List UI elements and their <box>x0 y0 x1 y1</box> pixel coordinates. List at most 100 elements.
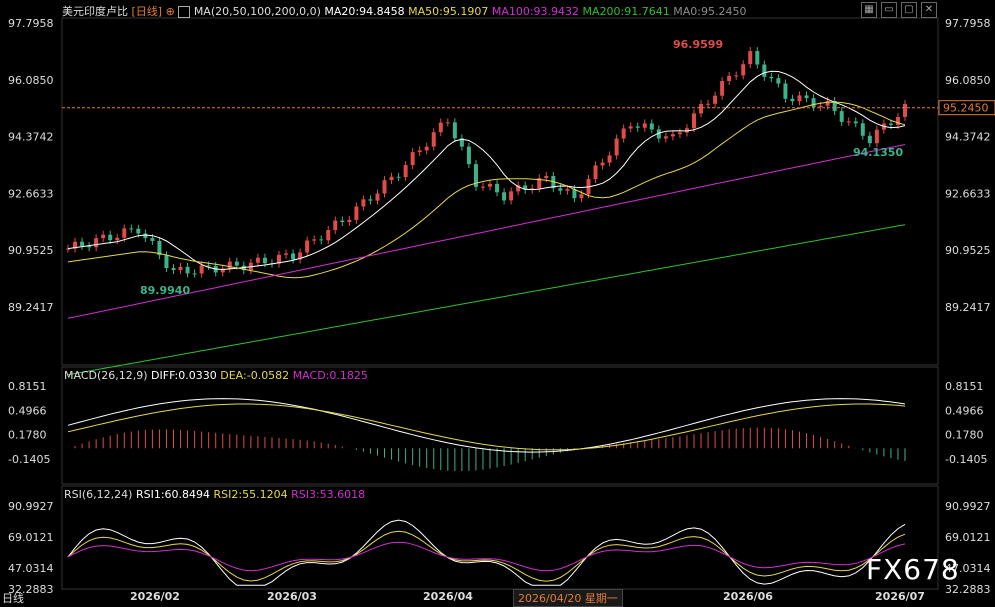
period-label[interactable]: [日线] <box>132 5 163 18</box>
candle-body <box>305 240 310 253</box>
candle-body <box>628 126 633 129</box>
minimize-icon[interactable]: ▭ <box>881 2 897 18</box>
indicator-icon[interactable] <box>178 6 191 18</box>
price-tick-label: 97.7958 <box>945 17 991 30</box>
rsi-tick-label-left: 47.0314 <box>8 562 54 575</box>
candle-body <box>699 104 704 114</box>
close-icon[interactable]: ✕ <box>921 2 937 18</box>
ma200-value: MA200:91.7641 <box>582 5 670 18</box>
window-controls: ▦ ▭ ▢ ✕ <box>861 2 937 18</box>
candle-body <box>326 230 331 241</box>
candle-body <box>319 239 324 241</box>
candle-body <box>185 266 190 274</box>
candle-body <box>839 111 844 122</box>
candle-body <box>340 220 345 223</box>
candle-body <box>776 78 781 84</box>
low-annotation: 89.9940 <box>140 284 190 297</box>
candle-body <box>333 220 338 231</box>
candle-body <box>199 265 204 274</box>
candle-body <box>262 257 267 264</box>
candle-body <box>691 113 696 129</box>
ma50-line <box>67 101 906 279</box>
macd-tick-label: -0.1405 <box>945 453 987 466</box>
candle-body <box>495 183 500 193</box>
price-tick-label: 94.3742 <box>945 131 991 144</box>
grid-icon[interactable]: ▦ <box>861 2 877 18</box>
price-tick-label: 92.6633 <box>945 187 991 200</box>
rsi-header: RSI(6,12,24) RSI1:60.8494 RSI2:55.1204 R… <box>64 488 365 501</box>
low-annotation-2: 94.1350 <box>853 146 903 159</box>
candle-body <box>284 253 289 255</box>
macd-dea-line <box>67 403 906 451</box>
x-tick-label: 2026/06 <box>723 590 773 603</box>
candle-body <box>846 121 851 123</box>
candle-body <box>558 188 563 191</box>
macd-macd: MACD:0.1825 <box>292 369 368 382</box>
candle-body <box>178 266 183 271</box>
price-tick-label-left: 94.3742 <box>8 131 54 144</box>
candle-body <box>790 98 795 102</box>
crosshair-date: 2026/04/20 星期一 <box>513 589 623 607</box>
maximize-icon[interactable]: ▢ <box>901 2 917 18</box>
candle-body <box>452 122 457 139</box>
candle-body <box>762 64 767 77</box>
candle-body <box>206 265 211 267</box>
candle-body <box>361 199 366 207</box>
candle-body <box>164 255 169 269</box>
macd-tick-label-left: 0.4966 <box>8 404 47 417</box>
fx678-logo: FX678 <box>866 553 960 586</box>
candle-body <box>502 192 507 201</box>
chart-canvas[interactable]: 97.7958 97.7958 96.0850 96.0850 94.3742 94.37… <box>0 0 995 606</box>
candle-body <box>755 51 760 65</box>
candle-body <box>291 253 296 260</box>
macd-tick-label: 0.8151 <box>945 380 984 393</box>
candle-body <box>874 129 879 144</box>
rsi-line-2 <box>67 530 906 582</box>
candle-body <box>593 165 598 180</box>
rsi-line-1 <box>67 519 906 586</box>
candle-body <box>903 103 907 117</box>
current-price-label: 95.2450 <box>943 102 989 115</box>
price-tick-label-left: 90.9525 <box>8 244 54 257</box>
candle-body <box>649 123 654 130</box>
ma0-value: MA0:95.2450 <box>673 5 747 18</box>
candle-body <box>706 103 711 105</box>
price-tick-label-left: 89.2417 <box>8 301 54 314</box>
candle-body <box>741 64 746 76</box>
candle-body <box>663 136 668 139</box>
price-panel-frame <box>61 17 939 366</box>
candle-body <box>677 132 682 135</box>
candle-body <box>424 146 429 151</box>
candle-body <box>122 228 127 238</box>
rsi-tick-label-left: 90.9927 <box>8 500 54 513</box>
candle-body <box>143 233 148 239</box>
candle-body <box>389 176 394 181</box>
candle-body <box>713 95 718 104</box>
ma100-value: MA100:93.9432 <box>491 5 580 18</box>
candle-body <box>347 219 352 223</box>
x-tick-label: 2026/04 <box>423 590 473 603</box>
candle-body <box>417 150 422 153</box>
x-tick-label: 2026/02 <box>130 590 180 603</box>
candle-body <box>867 135 872 144</box>
rsi-params: RSI(6,12,24) <box>64 488 133 501</box>
candle-body <box>600 162 605 166</box>
rsi-tick-label-left: 69.0121 <box>8 531 54 544</box>
candle-body <box>818 105 823 108</box>
macd-params: MACD(26,12,9) <box>64 369 148 382</box>
candle-body <box>403 165 408 178</box>
candle-body <box>860 123 865 136</box>
candle-body <box>234 261 239 266</box>
tab-daily[interactable]: 日线 <box>2 590 24 606</box>
candle-body <box>614 138 619 156</box>
ma100-line <box>67 144 906 319</box>
candle-body <box>811 98 816 108</box>
settings-icon[interactable]: ⊕ <box>166 5 175 18</box>
candle-body <box>727 75 732 82</box>
macd-tick-label-left: -0.1405 <box>8 453 50 466</box>
candle-body <box>565 189 570 191</box>
chart-header: 美元印度卢比 [日线] ⊕ MA(20,50,100,200,0,0) MA20… <box>62 3 746 19</box>
candle-body <box>466 146 471 165</box>
rsi1-value: RSI1:60.8494 <box>135 488 211 501</box>
candle-body <box>480 186 485 188</box>
